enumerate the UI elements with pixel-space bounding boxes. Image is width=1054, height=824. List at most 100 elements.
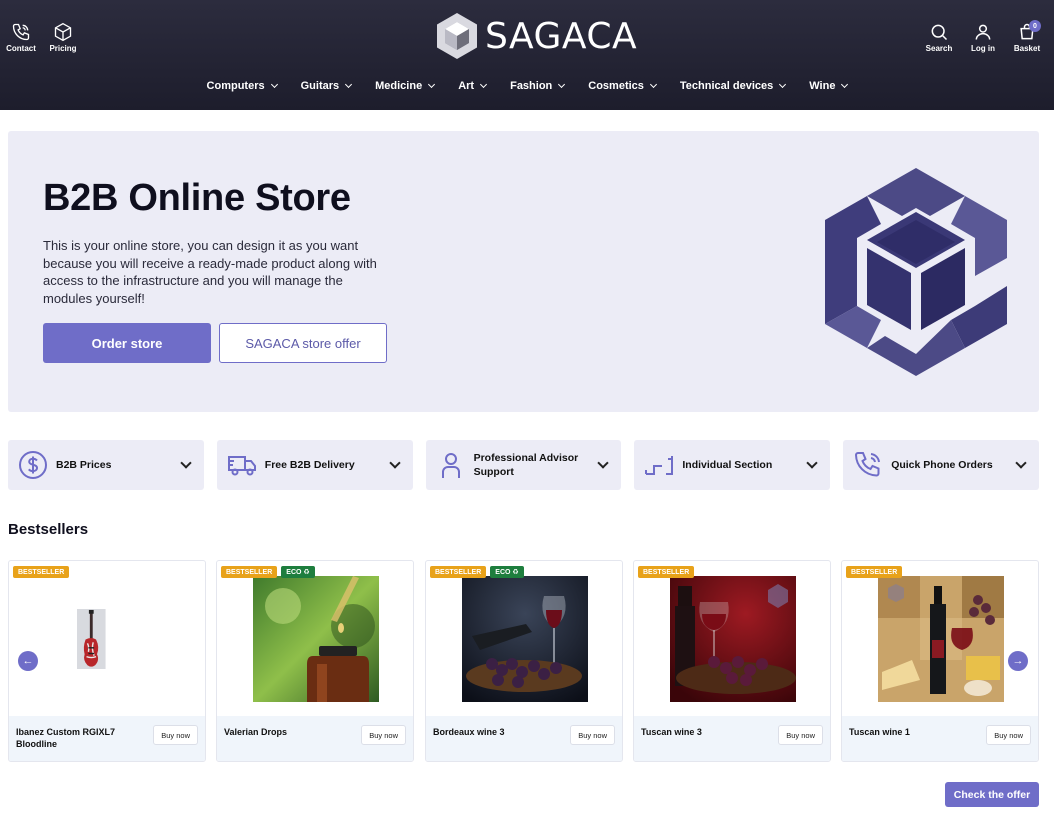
badge-group: BESTSELLER — [638, 566, 695, 578]
product-name[interactable]: Valerian Drops — [224, 726, 344, 738]
eco-label: ECO — [286, 568, 302, 576]
nav-item-fashion[interactable]: Fashion — [498, 80, 576, 92]
product-name[interactable]: Tuscan wine 3 — [641, 726, 761, 738]
chevron-down-icon — [428, 80, 436, 89]
carousel-prev-button[interactable]: ← — [18, 651, 38, 671]
buy-now-button[interactable]: Buy now — [570, 725, 615, 745]
chevron-down-icon — [180, 457, 192, 469]
bestsellers-carousel: ← → BESTSELLER Ibanez Custom RGIXL7 Bloo… — [8, 560, 1039, 762]
header-right-actions: Search Log in 0 Basket — [924, 20, 1042, 53]
login-button[interactable]: Log in — [968, 22, 998, 53]
feature-label: Free B2B Delivery — [264, 459, 355, 471]
feature-phone-orders[interactable]: Quick Phone Orders — [843, 440, 1039, 490]
basket-button[interactable]: 0 Basket — [1012, 20, 1042, 53]
basket-count-badge: 0 — [1029, 20, 1041, 32]
product-image-wine[interactable] — [462, 576, 588, 702]
feature-advisor-support[interactable]: Professional Advisor Support — [425, 440, 622, 490]
nav-label: Computers — [206, 80, 265, 92]
product-name[interactable]: Bordeaux wine 3 — [433, 726, 553, 738]
nav-item-art[interactable]: Art — [446, 80, 498, 92]
header-left-actions: Contact Pricing — [6, 22, 78, 53]
nav-label: Art — [458, 80, 475, 92]
badge-group: BESTSELLER — [13, 566, 70, 578]
feature-label: Quick Phone Orders — [891, 459, 993, 471]
truck-icon — [227, 456, 256, 476]
phone-icon — [12, 23, 30, 41]
search-button[interactable]: Search — [924, 22, 954, 53]
leaf-icon: ♻ — [512, 569, 519, 576]
buy-now-button[interactable]: Buy now — [361, 725, 406, 745]
feature-label: Individual Section — [682, 459, 773, 471]
chevron-down-icon — [558, 80, 566, 89]
chevron-down-icon — [345, 80, 353, 89]
chevron-down-icon — [649, 80, 657, 89]
site-header: Contact Pricing SAGACA Search Log in 0 B… — [0, 0, 1054, 110]
chevron-down-icon — [480, 80, 488, 89]
check-offer-button[interactable]: Check the offer — [945, 782, 1039, 807]
nav-label: Medicine — [375, 80, 423, 92]
bestseller-badge: BESTSELLER — [638, 566, 695, 578]
nav-label: Technical devices — [679, 80, 774, 92]
nav-item-technical-devices[interactable]: Technical devices — [668, 80, 797, 92]
badge-group: BESTSELLER ECO ♻ — [221, 566, 315, 578]
nav-item-guitars[interactable]: Guitars — [289, 80, 364, 92]
bestseller-badge: BESTSELLER — [221, 566, 278, 578]
order-store-button[interactable]: Order store — [43, 323, 211, 363]
eco-badge: ECO ♻ — [490, 566, 524, 578]
bestseller-badge: BESTSELLER — [430, 566, 487, 578]
nav-label: Wine — [809, 80, 836, 92]
bestsellers-title: Bestsellers — [8, 521, 89, 538]
user-icon — [975, 24, 991, 40]
product-footer: Bordeaux wine 3 Buy now — [426, 716, 622, 761]
eco-badge: ECO ♻ — [281, 566, 315, 578]
product-name[interactable]: Ibanez Custom RGIXL7 Bloodline — [16, 726, 136, 750]
cube-icon — [54, 22, 72, 42]
product-image-wine[interactable] — [670, 576, 796, 702]
nav-item-cosmetics[interactable]: Cosmetics — [576, 80, 668, 92]
pricing-label: Pricing — [49, 44, 77, 53]
search-icon — [931, 24, 948, 41]
product-card[interactable]: BESTSELLER ECO ♻ Bordeaux wine 3 Buy now — [425, 560, 623, 762]
dollar-icon — [19, 451, 47, 479]
buy-now-button[interactable]: Buy now — [778, 725, 823, 745]
pricing-button[interactable]: Pricing — [48, 22, 78, 53]
feature-free-delivery[interactable]: Free B2B Delivery — [216, 440, 413, 490]
buy-now-button[interactable]: Buy now — [986, 725, 1031, 745]
store-offer-button[interactable]: SAGACA store offer — [219, 323, 387, 363]
product-image-guitar[interactable] — [77, 576, 137, 702]
hero-logo-icon — [825, 168, 1007, 376]
nav-item-computers[interactable]: Computers — [195, 80, 289, 92]
chevron-down-icon — [1015, 457, 1027, 469]
person-icon — [441, 453, 460, 478]
product-card[interactable]: BESTSELLER ECO ♻ Valerian Drops Buy now — [216, 560, 414, 762]
hero-description: This is your online store, you can desig… — [43, 238, 377, 306]
phone-icon — [855, 452, 881, 477]
product-footer: Ibanez Custom RGIXL7 Bloodline Buy now — [9, 716, 205, 761]
badge-group: BESTSELLER ECO ♻ — [430, 566, 524, 578]
buy-now-button[interactable]: Buy now — [153, 725, 198, 745]
nav-item-wine[interactable]: Wine — [797, 80, 859, 92]
contact-label: Contact — [6, 44, 36, 53]
chevron-down-icon — [779, 80, 787, 89]
chevron-down-icon — [806, 457, 818, 469]
chevron-down-icon — [388, 457, 401, 469]
product-image-drops[interactable] — [253, 576, 379, 702]
nav-label: Guitars — [300, 80, 340, 92]
brand-logo[interactable]: SAGACA — [435, 12, 637, 60]
feature-label: B2B Prices — [56, 459, 112, 471]
leaf-icon: ♻ — [303, 569, 310, 576]
section-icon — [645, 456, 674, 475]
arrow-left-icon: ← — [22, 655, 34, 667]
nav-item-medicine[interactable]: Medicine — [363, 80, 446, 92]
eco-label: ECO — [495, 568, 511, 576]
feature-individual-section[interactable]: Individual Section — [634, 440, 831, 490]
brand-name: SAGACA — [485, 15, 638, 57]
feature-b2b-prices[interactable]: B2B Prices — [8, 440, 204, 490]
carousel-next-button[interactable]: → — [1008, 651, 1028, 671]
product-image-wine-cheese[interactable] — [878, 576, 1004, 702]
hero-title: B2B Online Store — [43, 177, 351, 219]
badge-group: BESTSELLER — [846, 566, 903, 578]
contact-button[interactable]: Contact — [6, 22, 36, 53]
product-name[interactable]: Tuscan wine 1 — [849, 726, 969, 738]
product-card[interactable]: BESTSELLER Tuscan wine 3 Buy now — [633, 560, 831, 762]
